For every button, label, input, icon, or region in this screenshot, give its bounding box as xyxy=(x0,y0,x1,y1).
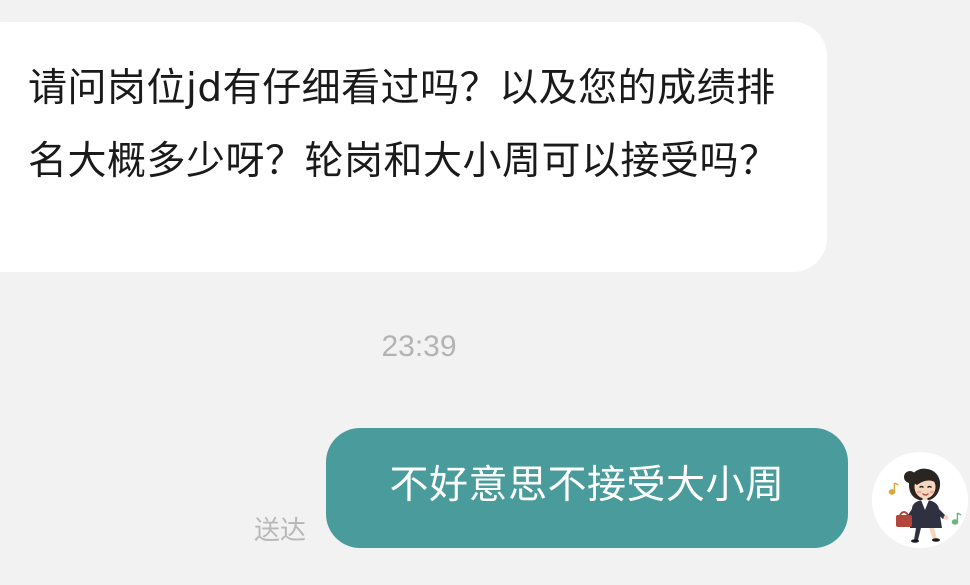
incoming-message-bubble[interactable]: 请问岗位jd有仔细看过吗？以及您的成绩排名大概多少呀？轮岗和大小周可以接受吗？ xyxy=(0,22,827,272)
delivery-status: 送达 xyxy=(254,516,307,546)
message-timestamp: 23:39 xyxy=(381,330,457,363)
outgoing-message-text: 不好意思不接受大小周 xyxy=(389,463,785,508)
chat-message-area: 请问岗位jd有仔细看过吗？以及您的成绩排名大概多少呀？轮岗和大小周可以接受吗？ … xyxy=(0,0,970,585)
cartoon-businesswoman-avatar-icon xyxy=(888,468,962,543)
user-avatar[interactable] xyxy=(872,452,968,548)
incoming-message-text: 请问岗位jd有仔细看过吗？以及您的成绩排名大概多少呀？轮岗和大小周可以接受吗？ xyxy=(28,66,779,184)
outgoing-message-bubble[interactable]: 不好意思不接受大小周 xyxy=(326,428,848,548)
